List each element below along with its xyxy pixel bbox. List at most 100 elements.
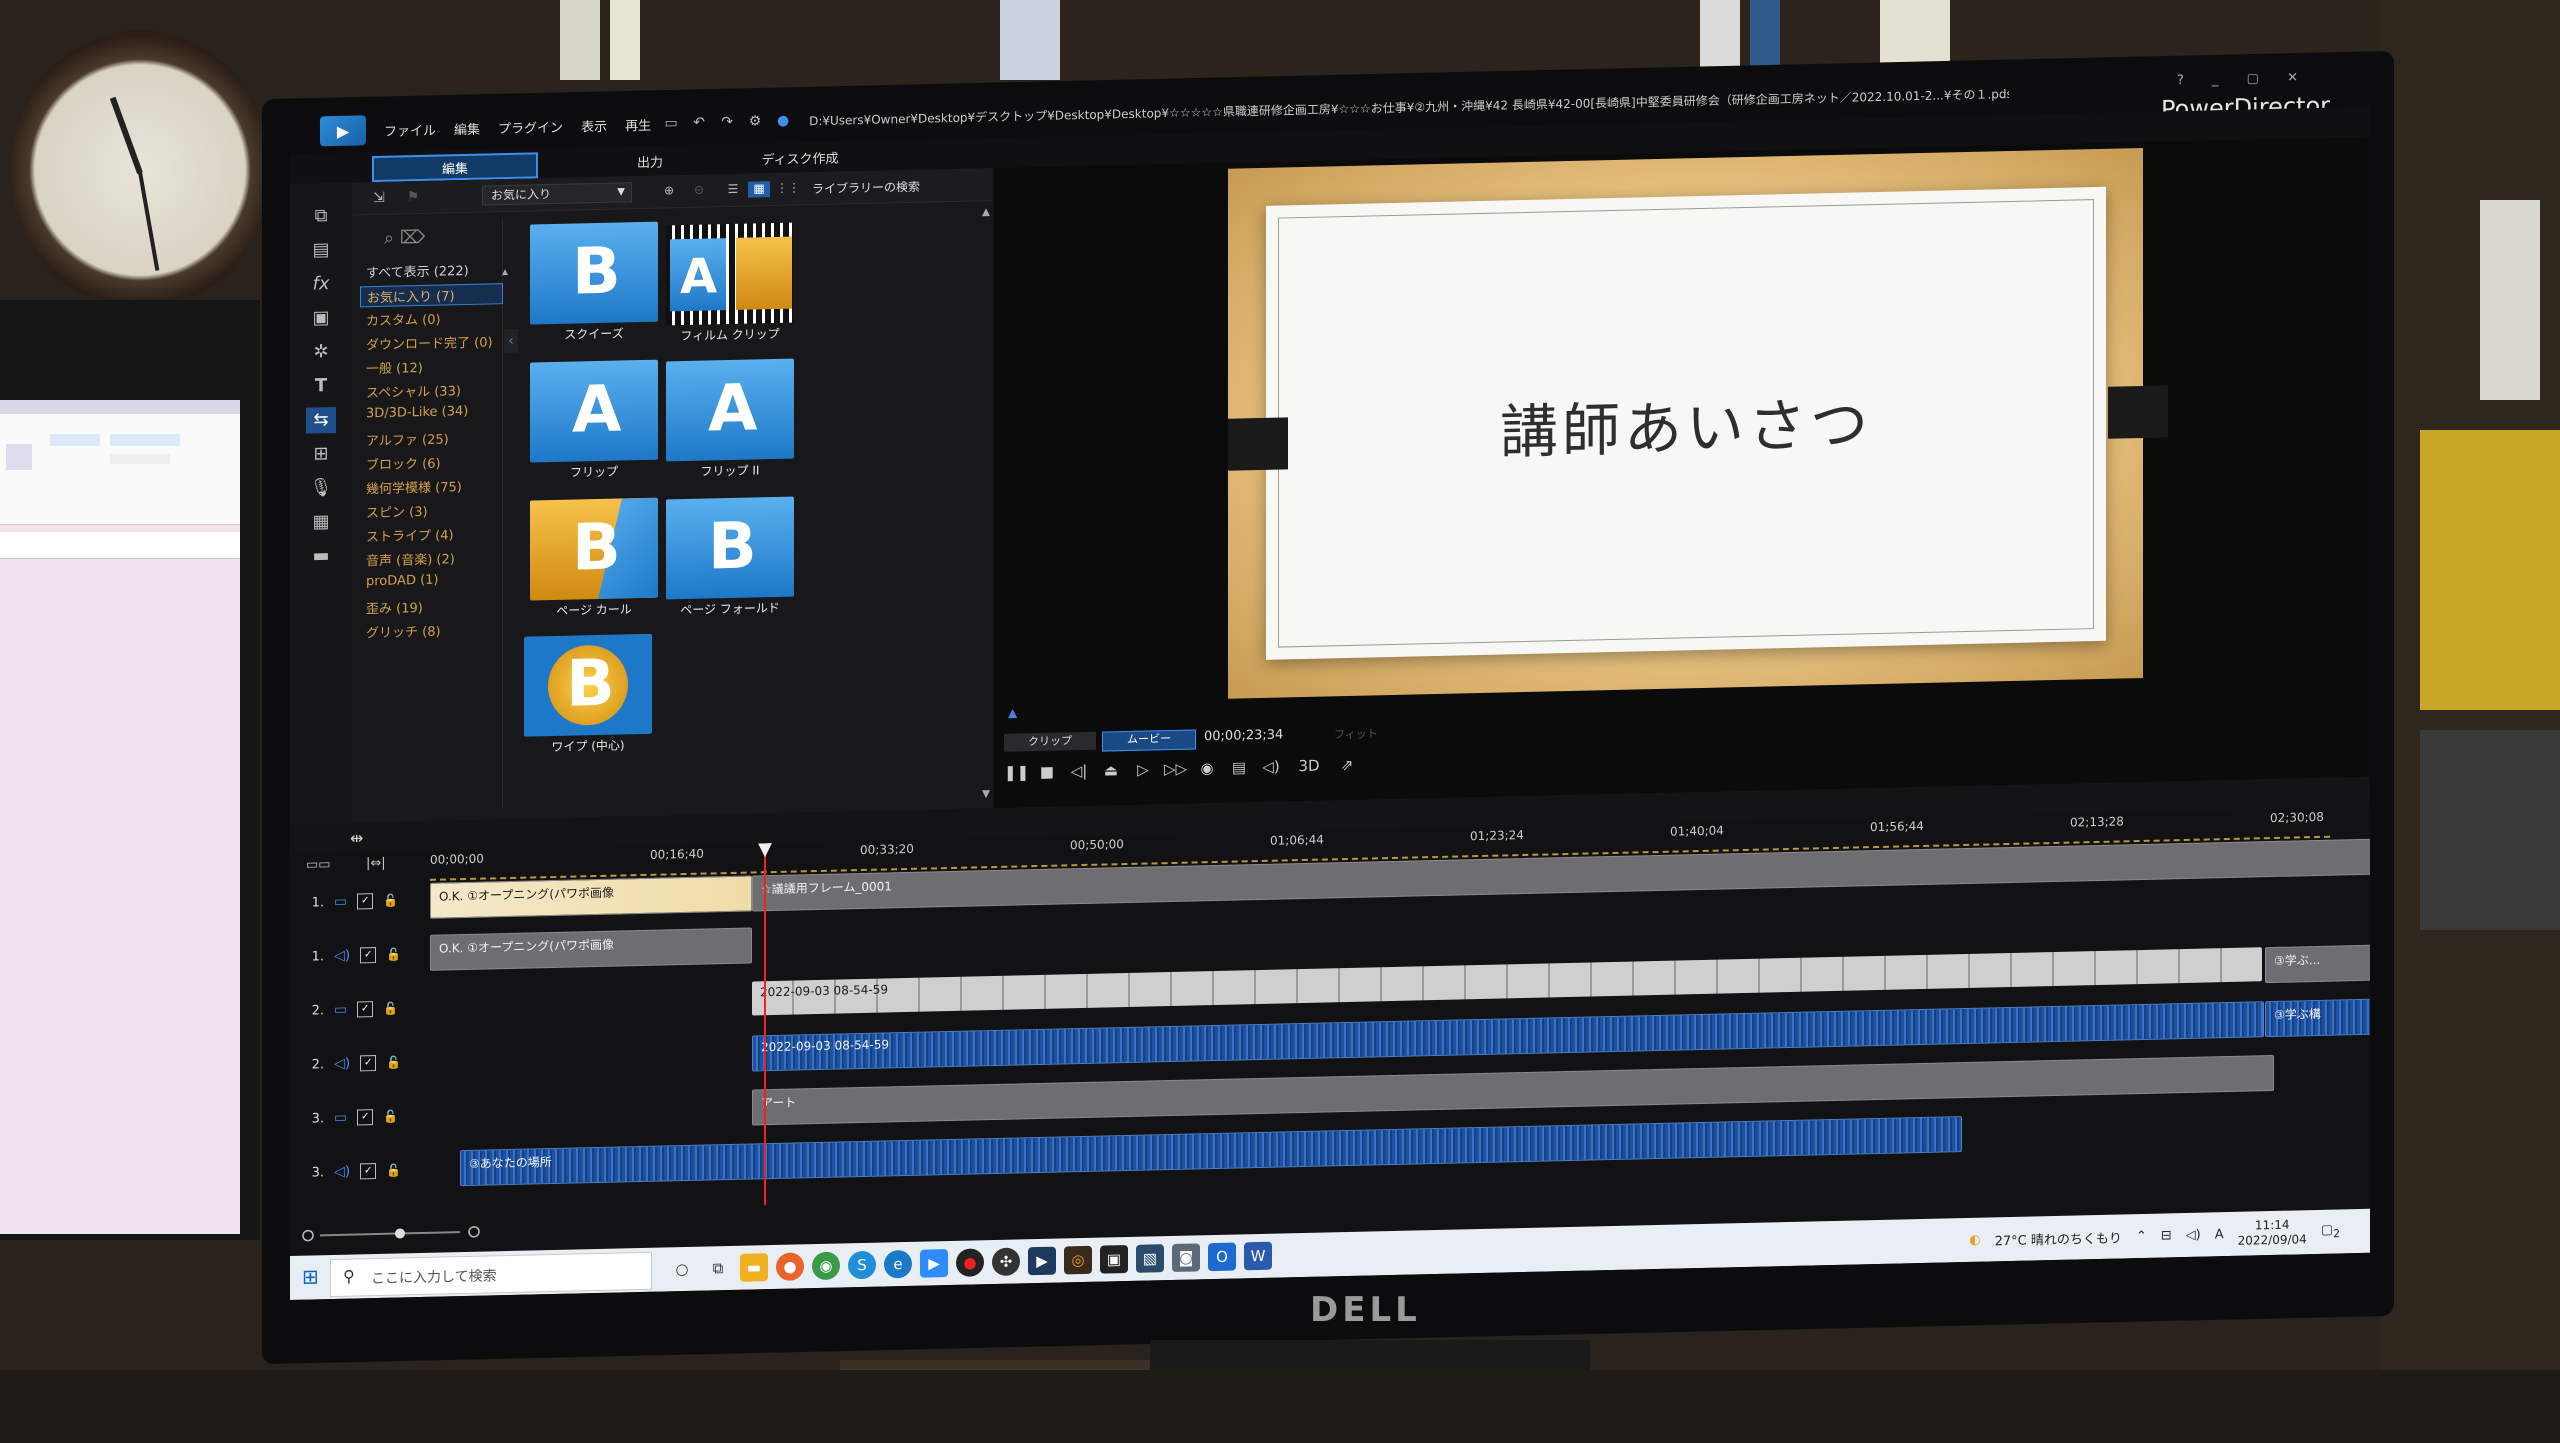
sort-icon[interactable]: ⋮⋮ [776,180,800,196]
volume-tray-icon[interactable]: ◁) [2186,1227,2201,1242]
split-icon[interactable]: ⏏ [1100,759,1122,781]
chapter-room-icon[interactable]: ▦ [306,509,336,536]
transition-tile[interactable]: A フリップ II [662,358,798,493]
lock-icon[interactable]: 🔓 [386,1163,401,1177]
tray-overflow-icon[interactable]: ⌃ [2136,1228,2147,1243]
timeline-clip[interactable]: ③学ぶ構 [2265,998,2370,1038]
particle-room-icon[interactable]: ✲ [306,339,336,366]
media-room-icon[interactable]: ⧉ [306,203,336,230]
category-item[interactable]: カスタム (0) [366,309,441,330]
transition-tile[interactable]: B スクイーズ [526,221,662,357]
play-icon[interactable]: ▷ [1132,758,1154,780]
grid-view-icon[interactable]: ▦ [748,181,770,198]
redo-icon[interactable]: ↷ [719,114,735,130]
track-header[interactable]: 3. ▭ ✓ 🔓 [300,1101,420,1134]
playhead[interactable] [764,845,766,1206]
track-manager-icon[interactable]: ▭▭ [306,857,331,873]
volume-icon[interactable]: ◁) [1260,755,1282,777]
title-room-icon[interactable]: T [306,373,336,400]
zoom-icon[interactable]: ▶ [920,1249,948,1278]
add-icon[interactable]: ⊕ [658,183,680,199]
track-header[interactable]: 2. ◁) ✓ 🔓 [300,1047,420,1080]
track-enable-checkbox[interactable]: ✓ [357,1001,374,1018]
snapshot-icon[interactable]: ◉ [1196,757,1218,779]
transition-room-icon[interactable]: ⇆ [306,406,336,434]
track-header[interactable]: 3. ◁) ✓ 🔓 [300,1155,420,1188]
fit-timeline-icon[interactable]: ⇹ [350,828,363,847]
weather-text[interactable]: 27°C 晴れのちくもり [1995,1227,2122,1249]
fit-select[interactable]: フィット [1334,725,1378,742]
fx-room-icon[interactable]: fx [306,271,336,298]
timeline-clip[interactable]: ③学ぶ... [2265,944,2370,984]
chrome-icon[interactable]: ◉ [812,1251,840,1281]
voiceover-icon[interactable]: 🎙 [306,475,336,502]
category-item[interactable]: 3D/3D-Like (34) [366,404,468,421]
settings-icon[interactable]: ⚙ [747,113,763,129]
gallery-scrollbar[interactable] [982,208,990,799]
category-item[interactable]: ブロック (6) [366,453,441,474]
pip-room-icon[interactable]: ▣ [306,305,336,332]
category-item[interactable]: proDAD (1) [366,573,439,590]
cortana-icon[interactable]: ○ [668,1255,696,1284]
transition-tile[interactable]: A フィルム クリップ [662,222,798,357]
menu-view[interactable]: 表示 [581,115,607,135]
timeline-clip[interactable]: 2022-09-03 08-54-59 [752,947,2262,1016]
edge-icon[interactable]: e [884,1249,912,1279]
timeline-clip[interactable]: O.K. ①オープニング(パワポ画像 [430,875,752,919]
tab-disc-creation[interactable]: ディスク作成 [710,144,890,170]
transition-tile[interactable]: B ページ フォールド [662,496,798,631]
menu-plugin[interactable]: プラグイン [498,116,563,136]
3d-toggle[interactable]: 3D [1292,754,1326,777]
notification-icon[interactable]: ▢2 [2321,1223,2340,1241]
category-item[interactable]: すべて表示 (222) [366,260,469,281]
timeline-clip[interactable]: O.K. ①オープニング(パワポ画像 [430,927,752,971]
lock-icon[interactable]: 🔓 [383,1110,398,1124]
undo-icon[interactable]: ↶ [691,115,707,131]
track-enable-checkbox[interactable]: ✓ [357,1109,374,1126]
prev-frame-icon[interactable]: ◁| [1068,760,1090,782]
menu-edit[interactable]: 編集 [454,118,480,138]
menu-playback[interactable]: 再生 [625,114,651,134]
category-item[interactable]: お気に入り (7) [360,283,503,308]
category-item[interactable]: スピン (3) [366,501,428,521]
powerdirector-taskbar-icon[interactable]: ▶ [1028,1246,1056,1276]
stop-icon[interactable]: ■ [1036,761,1058,783]
ripple-icon[interactable]: |⇔| [366,856,386,871]
pause-icon[interactable]: ❚❚ [1004,761,1029,783]
task-view-icon[interactable]: ⧉ [704,1254,732,1283]
library-search-input[interactable]: ライブラリーの検索 [812,178,920,197]
list-view-icon[interactable]: ☰ [722,182,744,198]
ime-indicator[interactable]: A [2215,1227,2224,1242]
category-scrollbar[interactable] [502,269,508,669]
track-enable-checkbox[interactable]: ✓ [360,947,377,964]
lock-icon[interactable]: 🔓 [383,1002,398,1016]
tab-output[interactable]: 出力 [590,148,710,173]
firefox-icon[interactable]: ● [776,1252,804,1281]
camera-icon[interactable]: ◙ [1172,1243,1200,1272]
lock-icon[interactable]: 🔓 [386,1055,401,1069]
transition-tile[interactable]: B ページ カール [526,497,662,633]
plugin-icon[interactable]: ⚑ [398,184,428,211]
track-enable-checkbox[interactable]: ✓ [357,893,374,910]
record-icon[interactable]: ● [956,1248,984,1277]
file-explorer-icon[interactable]: ▬ [740,1253,768,1282]
transition-tile[interactable]: B ワイプ (中心) [520,633,656,769]
category-item[interactable]: スペシャル (33) [366,380,461,401]
category-item[interactable]: 幾何学模様 (75) [366,476,462,497]
tab-edit[interactable]: 編集 [372,152,538,183]
category-item[interactable]: グリッチ (8) [366,621,441,642]
category-item[interactable]: ダウンロード完了 (0) [366,331,493,353]
subtitle-room-icon[interactable]: ▬ [306,543,336,570]
timeline-clip[interactable]: ③あなたの場所 [460,1116,1962,1187]
category-item[interactable]: アルファ (25) [366,428,449,449]
tag-tools-icon[interactable]: ⌕ ⌦ [384,227,425,249]
network-icon[interactable]: ⊟ [2161,1228,2172,1243]
subtitle-icon[interactable]: ▤ [1228,756,1250,778]
word-icon[interactable]: W [1244,1241,1272,1271]
import-icon[interactable]: ⇲ [364,185,394,212]
category-item[interactable]: 歪み (19) [366,597,423,617]
fast-forward-icon[interactable]: ▷▷ [1164,758,1187,780]
template-room-icon[interactable]: ▤ [306,237,336,264]
track-header[interactable]: 1. ◁) ✓ 🔓 [300,939,420,972]
outlook-icon[interactable]: O [1208,1242,1236,1272]
